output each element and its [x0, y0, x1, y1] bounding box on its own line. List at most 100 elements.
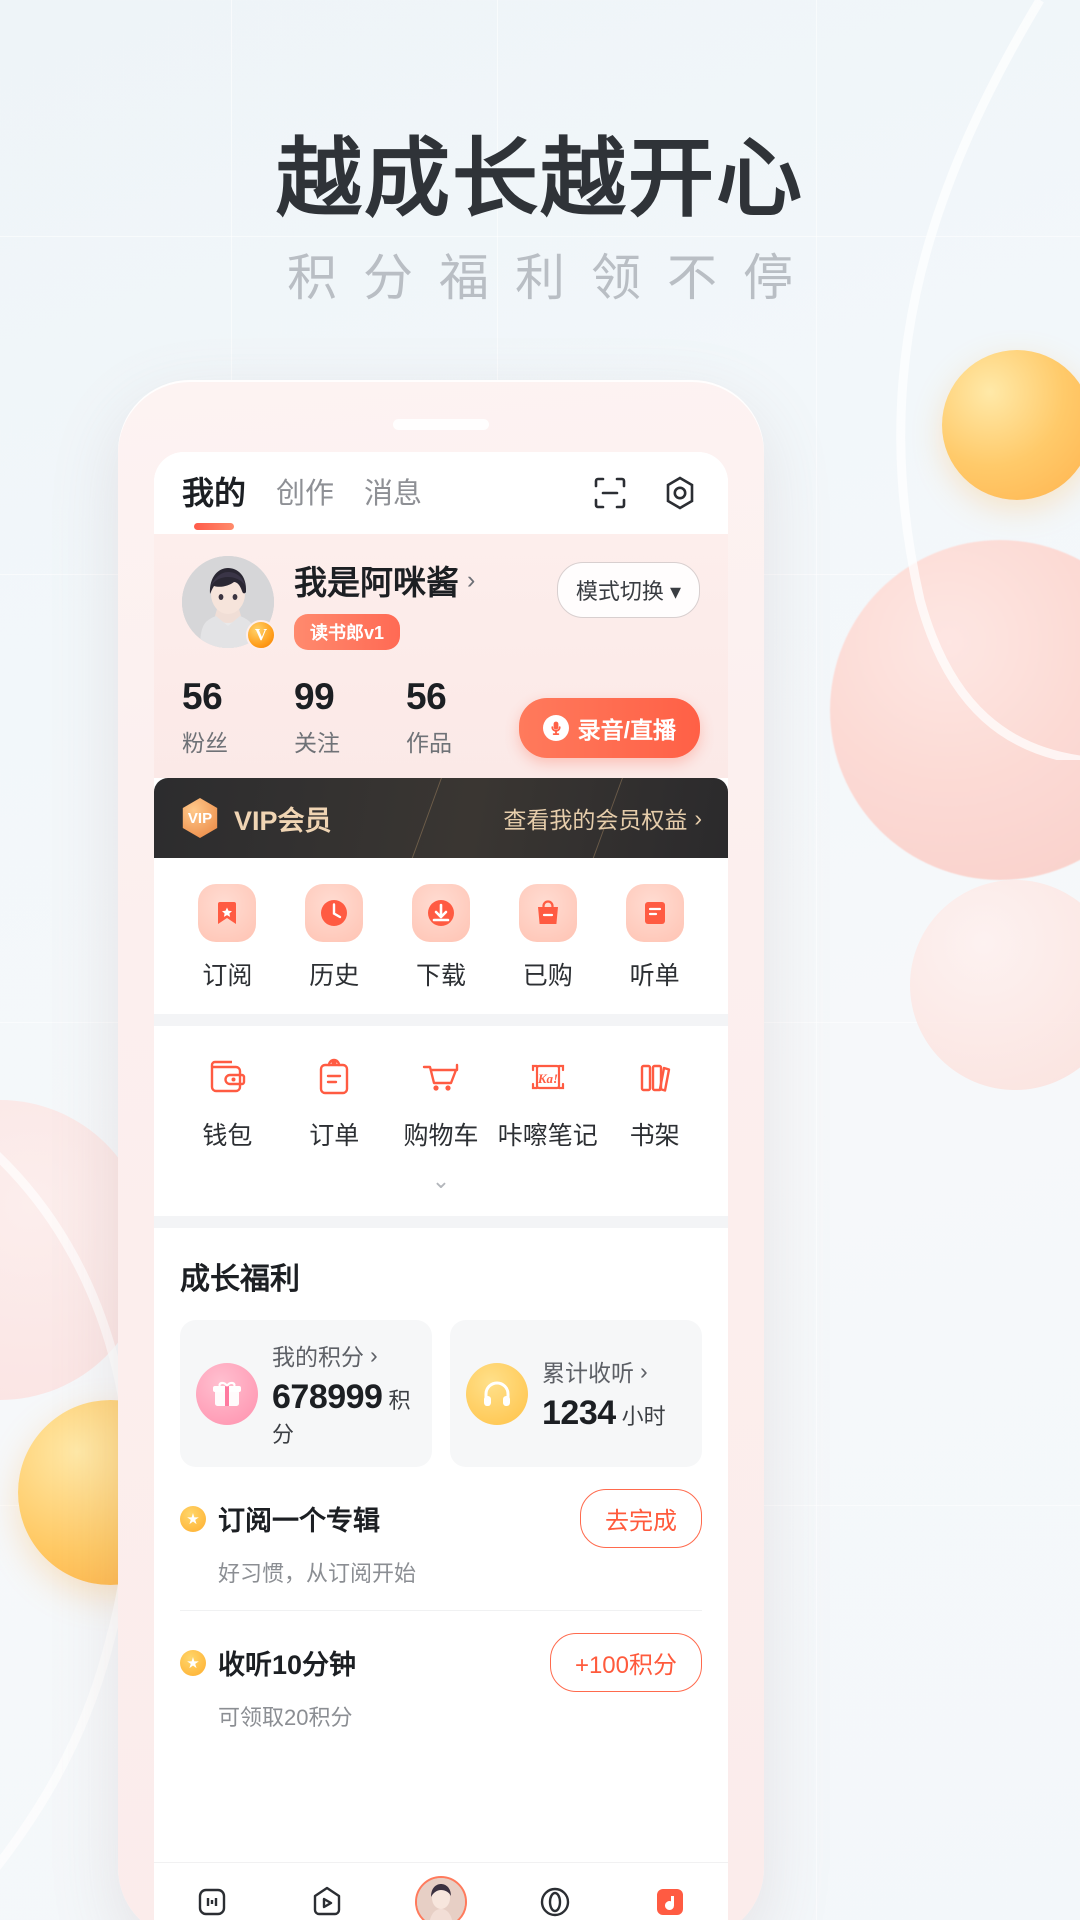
bottom-navigation — [154, 1862, 728, 1920]
poster-subheadline: 积分福利领不停 — [287, 250, 819, 306]
stat-followers[interactable]: 56 粉丝 — [182, 676, 294, 758]
poster-headline: 越成长越开心 — [276, 131, 804, 227]
tab-messages[interactable]: 消息 — [364, 470, 422, 516]
vip-rights-label: 查看我的会员权益 — [503, 807, 688, 833]
quick-item-label: 钱包 — [202, 1122, 253, 1150]
gift-icon — [196, 1362, 258, 1425]
stat-label: 关注 — [294, 730, 340, 756]
discover-icon[interactable] — [300, 1875, 354, 1920]
listening-card-value-row: 1234 小时 — [542, 1394, 666, 1433]
circle-icon[interactable] — [528, 1875, 582, 1920]
task-subtitle: 可领取20积分 — [218, 1705, 353, 1730]
listening-card-title: 累计收听 — [542, 1360, 634, 1386]
download-icon — [411, 884, 470, 942]
quick-item-label: 下载 — [415, 962, 466, 990]
quick-item-playlist[interactable]: 听单 — [601, 884, 708, 992]
quick-item-label: 历史 — [309, 962, 360, 990]
svg-text:Ka!: Ka! — [537, 1071, 558, 1086]
vip-banner[interactable]: VIP VIP会员 查看我的会员权益 › — [154, 778, 728, 858]
verified-badge: V — [246, 620, 276, 650]
task-title: 收听10分钟 — [218, 1650, 357, 1680]
phone-speaker — [393, 419, 489, 430]
star-icon: ★ — [180, 1505, 206, 1532]
mine-icon[interactable] — [643, 1875, 697, 1920]
growth-benefits-section: 成长福利 我的积分 › 678999 积分 累计收听 › 1234 小时 ★ 订… — [154, 1228, 728, 1764]
app-screen: 我的 创作 消息 V 我是阿咪酱 › 读书郎v1 模式切换 ▾ 56 粉丝 99… — [154, 452, 728, 1920]
profile-row: V 我是阿咪酱 › 读书郎v1 模式切换 ▾ — [182, 556, 700, 650]
task-action-button[interactable]: 去完成 — [580, 1489, 702, 1548]
star-icon: ★ — [180, 1649, 206, 1676]
quick-item-orders[interactable]: 订单 — [281, 1052, 388, 1152]
decor-blob-pink-right-2 — [910, 880, 1080, 1090]
phone-mockup: 我的 创作 消息 V 我是阿咪酱 › 读书郎v1 模式切换 ▾ 56 粉丝 99… — [118, 380, 764, 1920]
home-icon[interactable] — [185, 1875, 239, 1920]
clipboard-icon — [309, 1052, 359, 1102]
listening-card-texts: 累计收听 › 1234 小时 — [542, 1354, 666, 1433]
decor-blob-orange-top-right — [942, 350, 1080, 500]
profile-name: 我是阿咪酱 — [294, 564, 459, 601]
quick-item-bookshelf[interactable]: 书架 — [601, 1052, 708, 1152]
stat-value: 99 — [294, 676, 335, 717]
quick-item-download[interactable]: 下载 — [388, 884, 495, 992]
clock-icon — [305, 884, 364, 942]
level-badge[interactable]: 读书郎v1 — [294, 614, 401, 650]
stat-value: 56 — [406, 676, 447, 717]
vip-rights-link[interactable]: 查看我的会员权益 › — [503, 801, 702, 835]
quick-item-wallet[interactable]: 钱包 — [174, 1052, 281, 1152]
headphone-icon — [466, 1362, 528, 1425]
task-row-2: ★ 收听10分钟 +100积分 可领取20积分 — [180, 1611, 702, 1754]
expand-chevron-icon[interactable]: ⌄ — [174, 1168, 708, 1194]
quick-item-label: 听单 — [629, 962, 680, 990]
task-list: ★ 订阅一个专辑 去完成 好习惯，从订阅开始 ★ 收听10分钟 +100积分 可… — [180, 1467, 702, 1754]
quick-item-label: 咔嚓笔记 — [497, 1122, 598, 1150]
quick-actions-primary: 订阅 历史 下载 已购 听单 — [154, 858, 728, 1014]
tab-mine[interactable]: 我的 — [182, 468, 246, 518]
quick-item-ka-note[interactable]: Ka! 咔嚓笔记 — [494, 1052, 601, 1152]
cart-icon — [416, 1052, 466, 1102]
points-card-texts: 我的积分 › 678999 积分 — [272, 1338, 416, 1449]
listening-card[interactable]: 累计收听 › 1234 小时 — [450, 1320, 702, 1467]
stat-following[interactable]: 99 关注 — [294, 676, 406, 758]
record-live-button[interactable]: 录音/直播 — [518, 698, 700, 758]
quick-item-label: 书架 — [629, 1122, 680, 1150]
bookmark-star-icon — [198, 884, 257, 942]
wallet-icon — [202, 1052, 252, 1102]
quick-item-cart[interactable]: 购物车 — [388, 1052, 495, 1152]
profile-name-row[interactable]: 我是阿咪酱 › — [294, 556, 475, 604]
section-divider — [154, 1014, 728, 1026]
avatar[interactable]: V — [182, 556, 276, 650]
quick-item-label: 已购 — [522, 962, 573, 990]
settings-icon[interactable] — [660, 473, 700, 513]
quick-item-purchased[interactable]: 已购 — [494, 884, 601, 992]
bookshelf-icon — [630, 1052, 680, 1102]
points-card[interactable]: 我的积分 › 678999 积分 — [180, 1320, 432, 1467]
profile-section: V 我是阿咪酱 › 读书郎v1 模式切换 ▾ 56 粉丝 99 关注 56 作品… — [154, 534, 728, 778]
ka-note-icon: Ka! — [523, 1052, 573, 1102]
quick-actions-secondary: 钱包 订单 购物车 Ka! 咔嚓笔记 书架 ⌄ — [154, 1026, 728, 1216]
section-divider-2 — [154, 1216, 728, 1228]
stat-label: 作品 — [406, 730, 452, 756]
chevron-right-icon: › — [370, 1341, 378, 1368]
task-row-1: ★ 订阅一个专辑 去完成 好习惯，从订阅开始 — [180, 1467, 702, 1611]
task-action-button[interactable]: +100积分 — [549, 1633, 702, 1692]
decor-blob-pink-right — [830, 540, 1080, 880]
chevron-right-icon: › — [640, 1357, 648, 1384]
profile-avatar[interactable] — [414, 1875, 467, 1920]
tab-create[interactable]: 创作 — [276, 470, 334, 516]
mode-switch-button[interactable]: 模式切换 ▾ — [556, 562, 700, 618]
profile-texts: 我是阿咪酱 › 读书郎v1 — [294, 556, 475, 650]
task-title: 订阅一个专辑 — [218, 1506, 380, 1536]
quick-item-label: 订阅 — [202, 962, 253, 990]
quick-item-subscribe[interactable]: 订阅 — [174, 884, 281, 992]
list-icon — [625, 884, 684, 942]
quick-item-label: 购物车 — [403, 1122, 479, 1150]
quick-item-history[interactable]: 历史 — [281, 884, 388, 992]
chevron-right-icon: › — [694, 804, 702, 831]
scan-icon[interactable] — [590, 473, 630, 513]
quick-grid-1: 订阅 历史 下载 已购 听单 — [174, 884, 708, 992]
stat-works[interactable]: 56 作品 — [406, 676, 518, 758]
chevron-right-icon: › — [467, 565, 476, 594]
listening-value: 1234 — [542, 1394, 616, 1432]
points-card-value-row: 678999 积分 — [272, 1378, 416, 1449]
vip-title: VIP会员 — [234, 805, 332, 836]
